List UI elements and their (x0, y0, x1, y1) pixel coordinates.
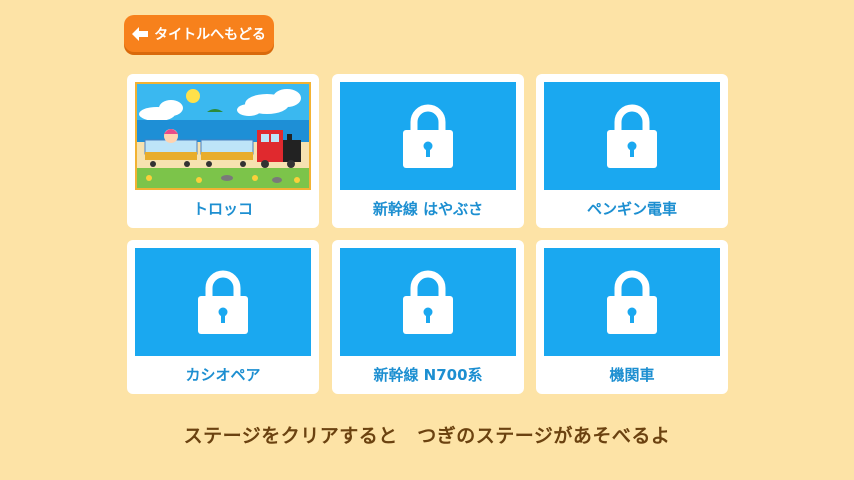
lock-icon (403, 270, 453, 334)
stage-card-2[interactable]: 新幹線 はやぶさ (332, 74, 524, 228)
stage-card-4[interactable]: カシオペア (127, 240, 319, 394)
back-button-label: タイトルへもどる (154, 26, 266, 43)
stage-name: 新幹線 はやぶさ (372, 200, 484, 218)
unlock-hint-text: ステージをクリアすると つぎのステージがあそべるよ (183, 425, 671, 447)
stage-card-6[interactable]: 機関車 (536, 240, 728, 394)
stage-name: 新幹線 N700系 (373, 366, 483, 384)
stage-thumbnail-locked (340, 248, 516, 356)
back-to-title-button[interactable]: タイトルへもどる (124, 15, 274, 52)
stage-name: 機関車 (609, 366, 655, 384)
stage-name: ペンギン電車 (586, 200, 677, 218)
stage-thumbnail-locked (544, 82, 720, 190)
stage-thumbnail-locked (544, 248, 720, 356)
stage-card-3[interactable]: ペンギン電車 (536, 74, 728, 228)
lock-icon (403, 104, 453, 168)
stage-name: トロッコ (192, 200, 253, 218)
stage-thumbnail-torokko (135, 82, 311, 190)
lock-icon (607, 270, 657, 334)
stage-name: カシオペア (185, 366, 261, 384)
arrow-left-icon (132, 26, 149, 41)
stage-thumbnail-locked (135, 248, 311, 356)
stage-card-1[interactable]: トロッコ (127, 74, 319, 228)
stage-card-5[interactable]: 新幹線 N700系 (332, 240, 524, 394)
stage-thumbnail-locked (340, 82, 516, 190)
lock-icon (607, 104, 657, 168)
lock-icon (198, 270, 248, 334)
